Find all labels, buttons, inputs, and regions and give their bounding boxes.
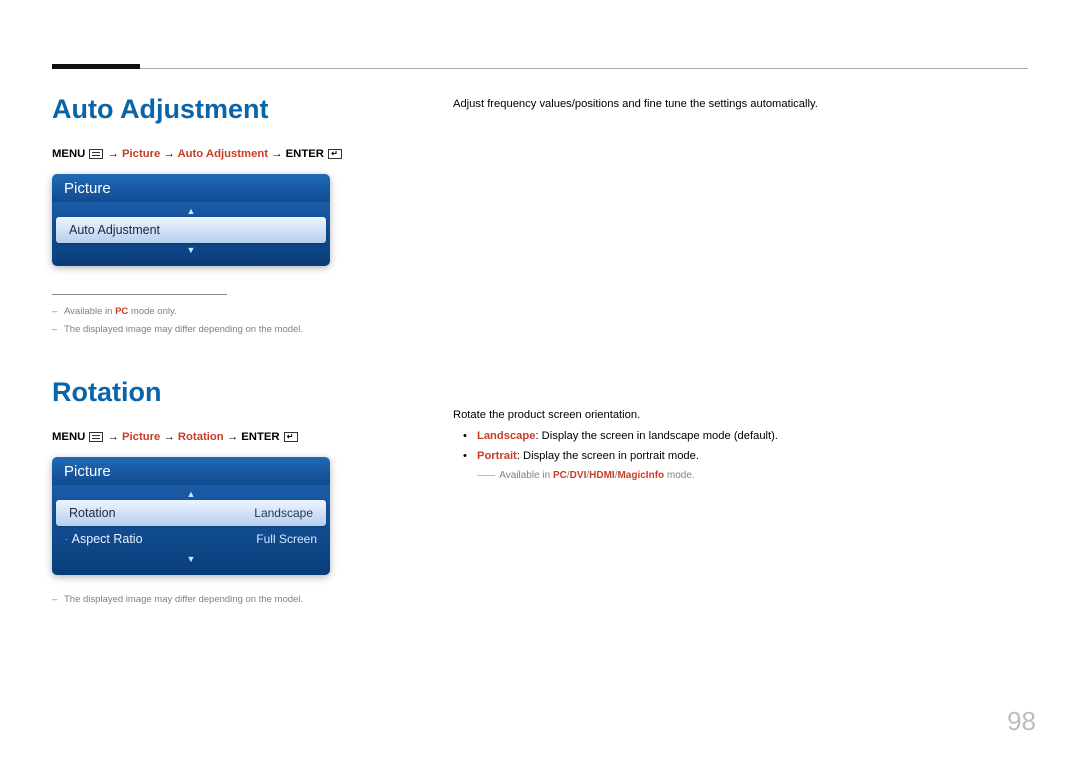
arrow-icon: → <box>108 431 122 443</box>
longdash-icon: ―― <box>477 470 493 481</box>
menu-item-value: Landscape <box>254 506 313 520</box>
heading-auto-adjustment: Auto Adjustment <box>52 94 422 125</box>
option-label: Landscape <box>477 430 535 442</box>
ui-panel-rotation: Picture ▲ Rotation Landscape ·Aspect Rat… <box>52 457 330 575</box>
menu-item-label: Auto Adjustment <box>69 223 160 237</box>
page-number: 98 <box>1007 706 1036 737</box>
option-desc: : Display the screen in portrait mode. <box>517 450 699 462</box>
panel-body: ▲ Auto Adjustment ▼ <box>52 202 330 266</box>
arrow-icon: → <box>163 431 177 443</box>
menu-icon <box>89 432 103 442</box>
breadcrumb-picture: Picture <box>122 148 160 160</box>
enter-icon <box>284 432 298 442</box>
section-rotation: Rotation MENU → Picture → Rotation → ENT… <box>52 377 422 609</box>
footnote-image-differ: – The displayed image may differ dependi… <box>52 321 422 339</box>
scroll-down-icon[interactable]: ▼ <box>52 554 330 566</box>
arrow-icon: → <box>271 148 285 160</box>
arrow-icon: → <box>163 148 177 160</box>
breadcrumb-auto-adjustment: MENU → Picture → Auto Adjustment → ENTER <box>52 148 422 160</box>
breadcrumb-menu: MENU <box>52 431 85 443</box>
menu-item-aspect-ratio[interactable]: ·Aspect Ratio Full Screen <box>52 526 330 552</box>
bullet-landscape: Landscape: Display the screen in landsca… <box>453 426 1013 447</box>
dash-icon: – <box>52 303 57 321</box>
option-desc: : Display the screen in landscape mode (… <box>535 430 778 442</box>
footnote-available-modes: ―― Available in PC/DVI/HDMI/MagicInfo mo… <box>453 467 1013 486</box>
breadcrumb-enter: ENTER <box>241 431 279 443</box>
mode-hdmi: HDMI <box>589 470 615 481</box>
mode-magicinfo: MagicInfo <box>617 470 664 481</box>
breadcrumb-rotation: Rotation <box>178 431 224 443</box>
footnote-hl: PC <box>115 306 128 317</box>
panel-header: Picture <box>52 457 330 485</box>
breadcrumb-rotation: MENU → Picture → Rotation → ENTER <box>52 431 422 443</box>
enter-icon <box>328 149 342 159</box>
menu-item-auto-adjustment[interactable]: Auto Adjustment <box>56 217 326 243</box>
description-text: Adjust frequency values/positions and fi… <box>453 98 818 110</box>
bullet-icon: · <box>65 535 68 544</box>
arrow-icon: → <box>227 431 241 443</box>
breadcrumb-enter: ENTER <box>286 148 324 160</box>
menu-icon <box>89 149 103 159</box>
breadcrumb-picture: Picture <box>122 431 160 443</box>
footnote-text-pre: Available in <box>64 306 115 317</box>
chapter-marker <box>52 64 140 69</box>
footnote-text: The displayed image may differ depending… <box>64 594 303 605</box>
menu-item-label: Rotation <box>69 506 116 520</box>
scroll-down-icon[interactable]: ▼ <box>52 245 330 257</box>
breadcrumb-autoadj: Auto Adjustment <box>177 148 268 160</box>
mode-pc: PC <box>553 470 567 481</box>
panel-body: ▲ Rotation Landscape ·Aspect Ratio Full … <box>52 485 330 575</box>
divider <box>52 294 227 295</box>
top-rule <box>52 68 1028 69</box>
dash-icon: – <box>52 321 57 339</box>
menu-item-rotation[interactable]: Rotation Landscape <box>56 500 326 526</box>
scroll-up-icon[interactable]: ▲ <box>52 204 330 216</box>
menu-item-value: Full Screen <box>256 532 317 546</box>
option-label: Portrait <box>477 450 517 462</box>
bullet-portrait: Portrait: Display the screen in portrait… <box>453 446 1013 467</box>
footnote-pc-mode: – Available in PC mode only. <box>52 303 422 321</box>
note-pre: Available in <box>499 470 553 481</box>
footnote-text-post: mode only. <box>128 306 176 317</box>
breadcrumb-menu: MENU <box>52 148 85 160</box>
arrow-icon: → <box>108 148 122 160</box>
description-auto-adjustment: Adjust frequency values/positions and fi… <box>453 95 1013 114</box>
scroll-up-icon[interactable]: ▲ <box>52 487 330 499</box>
description-intro: Rotate the product screen orientation. <box>453 405 1013 426</box>
menu-item-label: ·Aspect Ratio <box>65 532 143 546</box>
heading-rotation: Rotation <box>52 377 422 408</box>
footnote-image-differ: – The displayed image may differ dependi… <box>52 591 422 609</box>
description-rotation: Rotate the product screen orientation. L… <box>453 405 1013 486</box>
mode-dvi: DVI <box>570 470 587 481</box>
left-column: Auto Adjustment MENU → Picture → Auto Ad… <box>52 94 422 609</box>
note-post: mode. <box>664 470 695 481</box>
footnote-text: The displayed image may differ depending… <box>64 324 303 335</box>
dash-icon: – <box>52 591 57 609</box>
ui-panel-auto-adjustment: Picture ▲ Auto Adjustment ▼ <box>52 174 330 266</box>
panel-header: Picture <box>52 174 330 202</box>
